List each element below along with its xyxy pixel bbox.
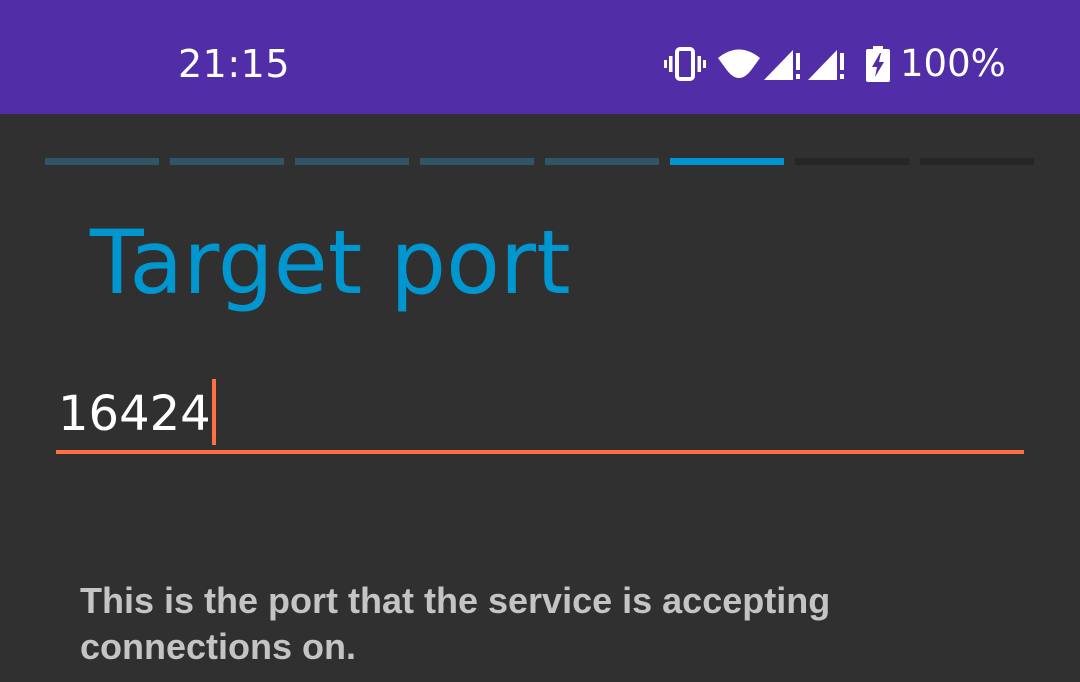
vibrate-icon	[664, 46, 706, 82]
wizard-step-completed	[170, 158, 284, 165]
wizard-step-completed	[545, 158, 659, 165]
port-input-text[interactable]: 16424	[58, 379, 216, 445]
status-bar: 21:15 100%	[0, 0, 1080, 114]
wizard-progress	[45, 158, 1035, 166]
wizard-step-completed	[420, 158, 534, 165]
wizard-step-upcoming	[795, 158, 909, 165]
battery-charging-icon	[866, 46, 890, 82]
signal-icon	[808, 47, 846, 81]
page-title: Target port	[90, 211, 571, 314]
status-icons: 100%	[664, 40, 1006, 88]
status-clock: 21:15	[178, 42, 291, 86]
text-cursor	[211, 379, 216, 445]
port-input-underline	[56, 450, 1024, 454]
port-value: 16424	[58, 386, 211, 442]
wizard-step-completed	[45, 158, 159, 165]
wizard-step-upcoming	[920, 158, 1034, 165]
wifi-icon	[718, 47, 760, 81]
port-input[interactable]: 16424	[56, 372, 1024, 456]
help-text: This is the port that the service is acc…	[80, 580, 831, 667]
battery-percentage: 100%	[900, 42, 1006, 85]
wizard-step-completed	[295, 158, 409, 165]
wizard-step-current	[670, 158, 784, 165]
signal-icon	[764, 47, 802, 81]
